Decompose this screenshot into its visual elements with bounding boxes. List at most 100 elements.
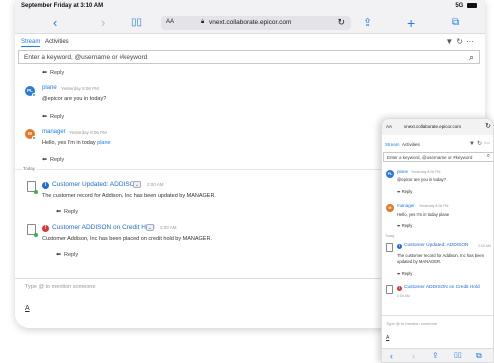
avatar[interactable]: M (386, 204, 394, 212)
post-time: Yesterday 8:06 PM (419, 204, 449, 208)
reply-button[interactable]: ⬅ Reply (42, 156, 64, 163)
post-author[interactable]: plane (42, 85, 57, 91)
chevron-left-icon[interactable]: ‹ (390, 351, 393, 361)
post-author[interactable]: manager (397, 203, 415, 208)
text-size-button[interactable]: AA (166, 19, 174, 25)
post-time: Yesterday 8:06 PM (69, 130, 107, 135)
tab-stream[interactable]: Stream (21, 39, 41, 47)
reply-button[interactable]: ⬅ Reply (56, 251, 78, 258)
online-indicator (32, 136, 36, 140)
book-icon[interactable]: ▯▯ (454, 351, 462, 359)
url-text: vnext.collaborate.epicor.com (209, 19, 292, 26)
reply-label: Reply (50, 157, 65, 163)
event-message: The customer record for Addison, Inc has… (42, 193, 216, 199)
tabs-icon[interactable]: ⧉ (476, 351, 482, 361)
online-indicator (32, 93, 36, 97)
day-label: Today (385, 234, 395, 238)
signal-text: 5G (455, 3, 464, 10)
event-title[interactable]: Customer ADDISON on Credit Hold (52, 224, 155, 231)
address-bar[interactable]: AA 🔒︎ vnext.collaborate.epicor.com ↻ (161, 16, 351, 30)
plus-icon[interactable]: + (407, 16, 415, 30)
chevron-right-icon[interactable]: › (101, 16, 105, 30)
phone-compose-box[interactable]: Type @ to mention someone A (382, 315, 493, 347)
battery-icon (467, 3, 477, 8)
event-time: 2:00 AM (160, 225, 177, 230)
compose-placeholder: Type @ to mention someone (386, 321, 438, 326)
more-icon[interactable]: ⋯ (466, 37, 477, 46)
reply-button[interactable]: ⬅ Reply (42, 113, 64, 120)
document-icon (386, 285, 393, 294)
browser-toolbar: ‹ › ▯▯ AA 🔒︎ vnext.collaborate.epicor.co… (15, 12, 485, 34)
more-icon[interactable]: ⋯ (484, 141, 492, 147)
reply-icon: ⬅ (42, 157, 48, 163)
document-icon (27, 224, 38, 237)
compose-placeholder: Type @ to mention someone (25, 284, 96, 290)
post-message-text: Hello, yes I'm in today (42, 140, 98, 146)
share-icon[interactable]: ⇪ (363, 16, 372, 30)
filter-icon[interactable]: ▼ (469, 141, 477, 147)
reply-label: Reply (50, 114, 65, 120)
day-label: Today (23, 166, 38, 171)
phone-search-input[interactable]: Enter a keyword, @username or #keyword ⌕ (383, 152, 493, 162)
reload-icon[interactable]: ↻ (485, 122, 491, 130)
status-time: September Friday at 3:10 AM (21, 3, 104, 9)
event-title[interactable]: Customer ADDISON on Credit Hold (404, 285, 480, 290)
mention-link[interactable]: plane (97, 140, 110, 146)
avatar-initials: PL (27, 88, 33, 93)
tab-stream[interactable]: Stream (385, 142, 400, 147)
refresh-icon[interactable]: ↻ (456, 37, 466, 46)
post-author[interactable]: manager (42, 129, 66, 135)
info-icon: i (397, 244, 402, 249)
phone-text-size-button[interactable]: AA (386, 124, 392, 129)
status-bar: September Friday at 3:10 AM 5G (15, 0, 485, 12)
phone-bottom-toolbar: ‹ › ⇪ ▯▯ ⧉ (382, 348, 493, 362)
event-message: The customer record for Addison, Inc has… (397, 253, 485, 264)
reply-button[interactable]: ⬅ Reply (56, 208, 78, 215)
phone-address-bar[interactable]: AA vnext.collaborate.epicor.com ↻ (382, 119, 493, 135)
book-icon[interactable]: ▯▯ (131, 16, 142, 30)
post-message: Hello, yes I'm in today plane (397, 212, 450, 217)
reply-label: Reply (50, 70, 65, 76)
tabs-icon[interactable]: ⧉ (452, 16, 459, 30)
format-text-button[interactable]: A (386, 335, 389, 341)
chevron-down-icon[interactable]: ⌄ (146, 224, 154, 231)
avatar[interactable]: PL (386, 170, 394, 178)
reply-button[interactable]: ⬅ Reply (397, 271, 412, 276)
phone-tabs: Stream Activities ▼↻⋯ (382, 139, 493, 149)
chevron-right-icon[interactable]: › (412, 351, 415, 361)
post-time: Yesterday 8:06 PM (411, 170, 441, 174)
reply-button[interactable]: ⬅ Reply (42, 69, 64, 76)
event-title[interactable]: Customer Updated: ADDISON (404, 243, 469, 248)
post-author[interactable]: plane (397, 169, 408, 174)
post-time: Yesterday 8:06 PM (61, 86, 99, 91)
format-text-button[interactable]: A (25, 305, 30, 312)
stream-tabs: Stream Activities ▼↻⋯ (15, 36, 485, 49)
event-time: 2:00 AM (478, 244, 491, 248)
avatar[interactable]: PL (25, 86, 36, 97)
reply-label: Reply (64, 252, 79, 258)
filter-icon[interactable]: ▼ (445, 37, 456, 46)
search-icon[interactable]: ⌕ (487, 153, 490, 160)
event-title[interactable]: Customer Updated: ADDISON (52, 181, 139, 188)
chevron-left-icon[interactable]: ‹ (53, 16, 57, 30)
online-indicator (34, 233, 38, 237)
chevron-down-icon[interactable]: ⌄ (133, 181, 141, 188)
document-icon (27, 181, 38, 194)
search-input[interactable]: Enter a keyword, @username or #keyword ⌕ (18, 50, 480, 64)
post-message: @epicor are you in today? (397, 177, 446, 182)
document-icon (386, 243, 393, 252)
share-icon[interactable]: ⇪ (432, 351, 439, 360)
refresh-icon[interactable]: ↻ (477, 141, 484, 147)
reload-icon[interactable]: ↻ (337, 17, 345, 28)
tab-activities[interactable]: Activities (402, 142, 420, 147)
search-icon[interactable]: ⌕ (469, 52, 474, 63)
phone-window: AA vnext.collaborate.epicor.com ↻ Stream… (381, 118, 494, 363)
reply-icon: ⬅ (56, 209, 62, 215)
avatar[interactable]: M (25, 129, 36, 140)
tab-activities[interactable]: Activities (45, 39, 69, 45)
avatar-initials: M (28, 131, 32, 136)
event-time: 2:00 AM (147, 182, 164, 187)
lock-icon: 🔒︎ (201, 19, 205, 25)
reply-button[interactable]: ⬅ Reply (397, 189, 412, 194)
reply-button[interactable]: ⬅ Reply (397, 223, 412, 228)
